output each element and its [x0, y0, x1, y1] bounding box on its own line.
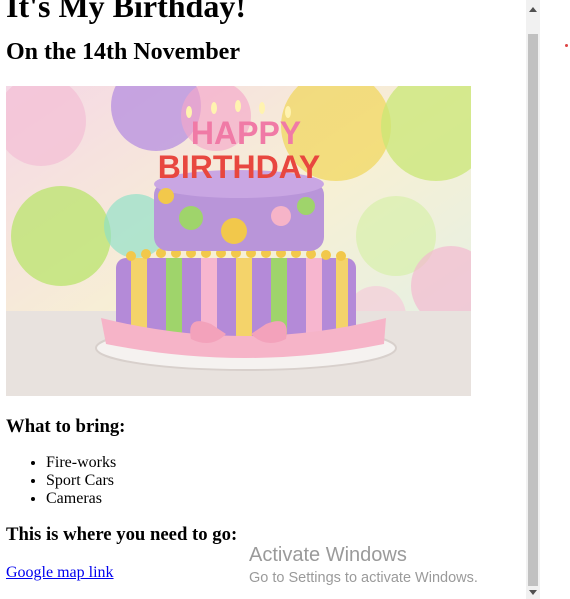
scroll-up-arrow-icon[interactable]	[526, 2, 540, 16]
cake-top-text: HAPPY	[191, 115, 301, 151]
list-item: Cameras	[46, 490, 516, 508]
scrollbar-thumb[interactable]	[528, 34, 538, 586]
page-subtitle: On the 14th November	[6, 39, 240, 65]
page-title: It's My Birthday!	[6, 0, 246, 24]
google-map-link[interactable]: Google map link	[6, 564, 114, 582]
page-content: It's My Birthday! On the 14th November H…	[6, 0, 516, 582]
page-viewport: It's My Birthday! On the 14th November H…	[0, 0, 526, 599]
vertical-scrollbar[interactable]	[526, 0, 540, 599]
list-item: Fire-works	[46, 454, 516, 472]
red-dot-marker	[565, 44, 568, 47]
scroll-down-arrow-icon[interactable]	[526, 585, 540, 599]
birthday-cake-image: HAPPY BIRTHDAY	[6, 86, 471, 396]
cake-bottom-text: BIRTHDAY	[158, 149, 320, 185]
bring-heading: What to bring:	[6, 416, 126, 437]
go-heading: This is where you need to go:	[6, 524, 238, 545]
bring-list: Fire-works Sport Cars Cameras	[6, 454, 516, 508]
list-item: Sport Cars	[46, 472, 516, 490]
